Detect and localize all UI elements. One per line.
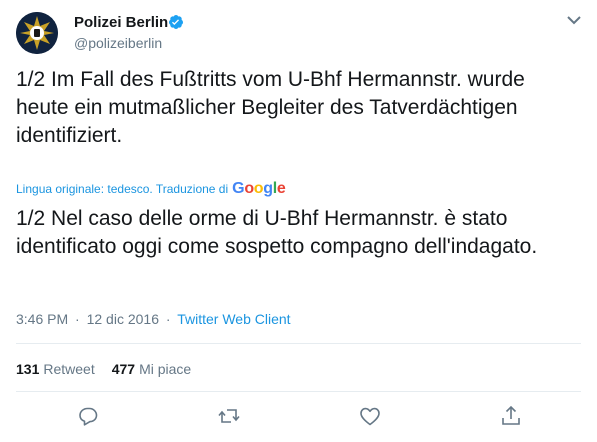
tweet-date[interactable]: 12 dic 2016 <box>87 311 159 327</box>
separator: · <box>165 311 171 327</box>
retweet-button[interactable] <box>217 404 241 428</box>
reply-button[interactable] <box>76 404 100 428</box>
author-handle[interactable]: @polizeiberlin <box>74 35 162 51</box>
author-name[interactable]: Polizei Berlin <box>74 14 168 31</box>
translated-text: 1/2 Nel caso delle orme di U-Bhf Hermann… <box>16 207 538 258</box>
reply-icon <box>79 407 98 426</box>
likes-count: 477 <box>111 361 136 377</box>
retweets-label: Retweet <box>43 361 95 377</box>
retweet-icon <box>218 409 240 423</box>
translation-label[interactable]: Lingua originale: tedesco. Traduzione di <box>16 182 228 196</box>
translation-attribution: Lingua originale: tedesco. Traduzione di… <box>16 180 286 198</box>
divider <box>16 343 581 344</box>
avatar[interactable] <box>16 12 58 54</box>
like-button[interactable] <box>358 404 382 428</box>
chevron-down-icon[interactable] <box>566 14 582 26</box>
tweet-metadata: 3:46 PM · 12 dic 2016 · Twitter Web Clie… <box>16 311 291 327</box>
likes-label: Mi piace <box>139 361 192 377</box>
verified-badge-icon <box>168 15 183 29</box>
divider <box>16 391 581 392</box>
tweet-time[interactable]: 3:46 PM <box>16 311 68 327</box>
retweets-stat[interactable]: 131 Retweet <box>16 361 95 377</box>
retweets-count: 131 <box>16 361 40 377</box>
separator: · <box>75 311 80 327</box>
engagement-stats: 131 Retweet 477 Mi piace <box>16 361 208 377</box>
share-icon <box>502 405 520 425</box>
share-button[interactable] <box>499 404 523 428</box>
police-badge-icon <box>16 12 58 54</box>
likes-stat[interactable]: 477 Mi piace <box>112 361 192 377</box>
tweet-client[interactable]: Twitter Web Client <box>177 311 290 327</box>
action-bar <box>0 404 597 428</box>
google-logo: Google <box>232 180 286 197</box>
like-icon <box>360 407 380 426</box>
tweet-text: 1/2 Im Fall des Fußtritts vom U-Bhf Herm… <box>16 68 525 147</box>
